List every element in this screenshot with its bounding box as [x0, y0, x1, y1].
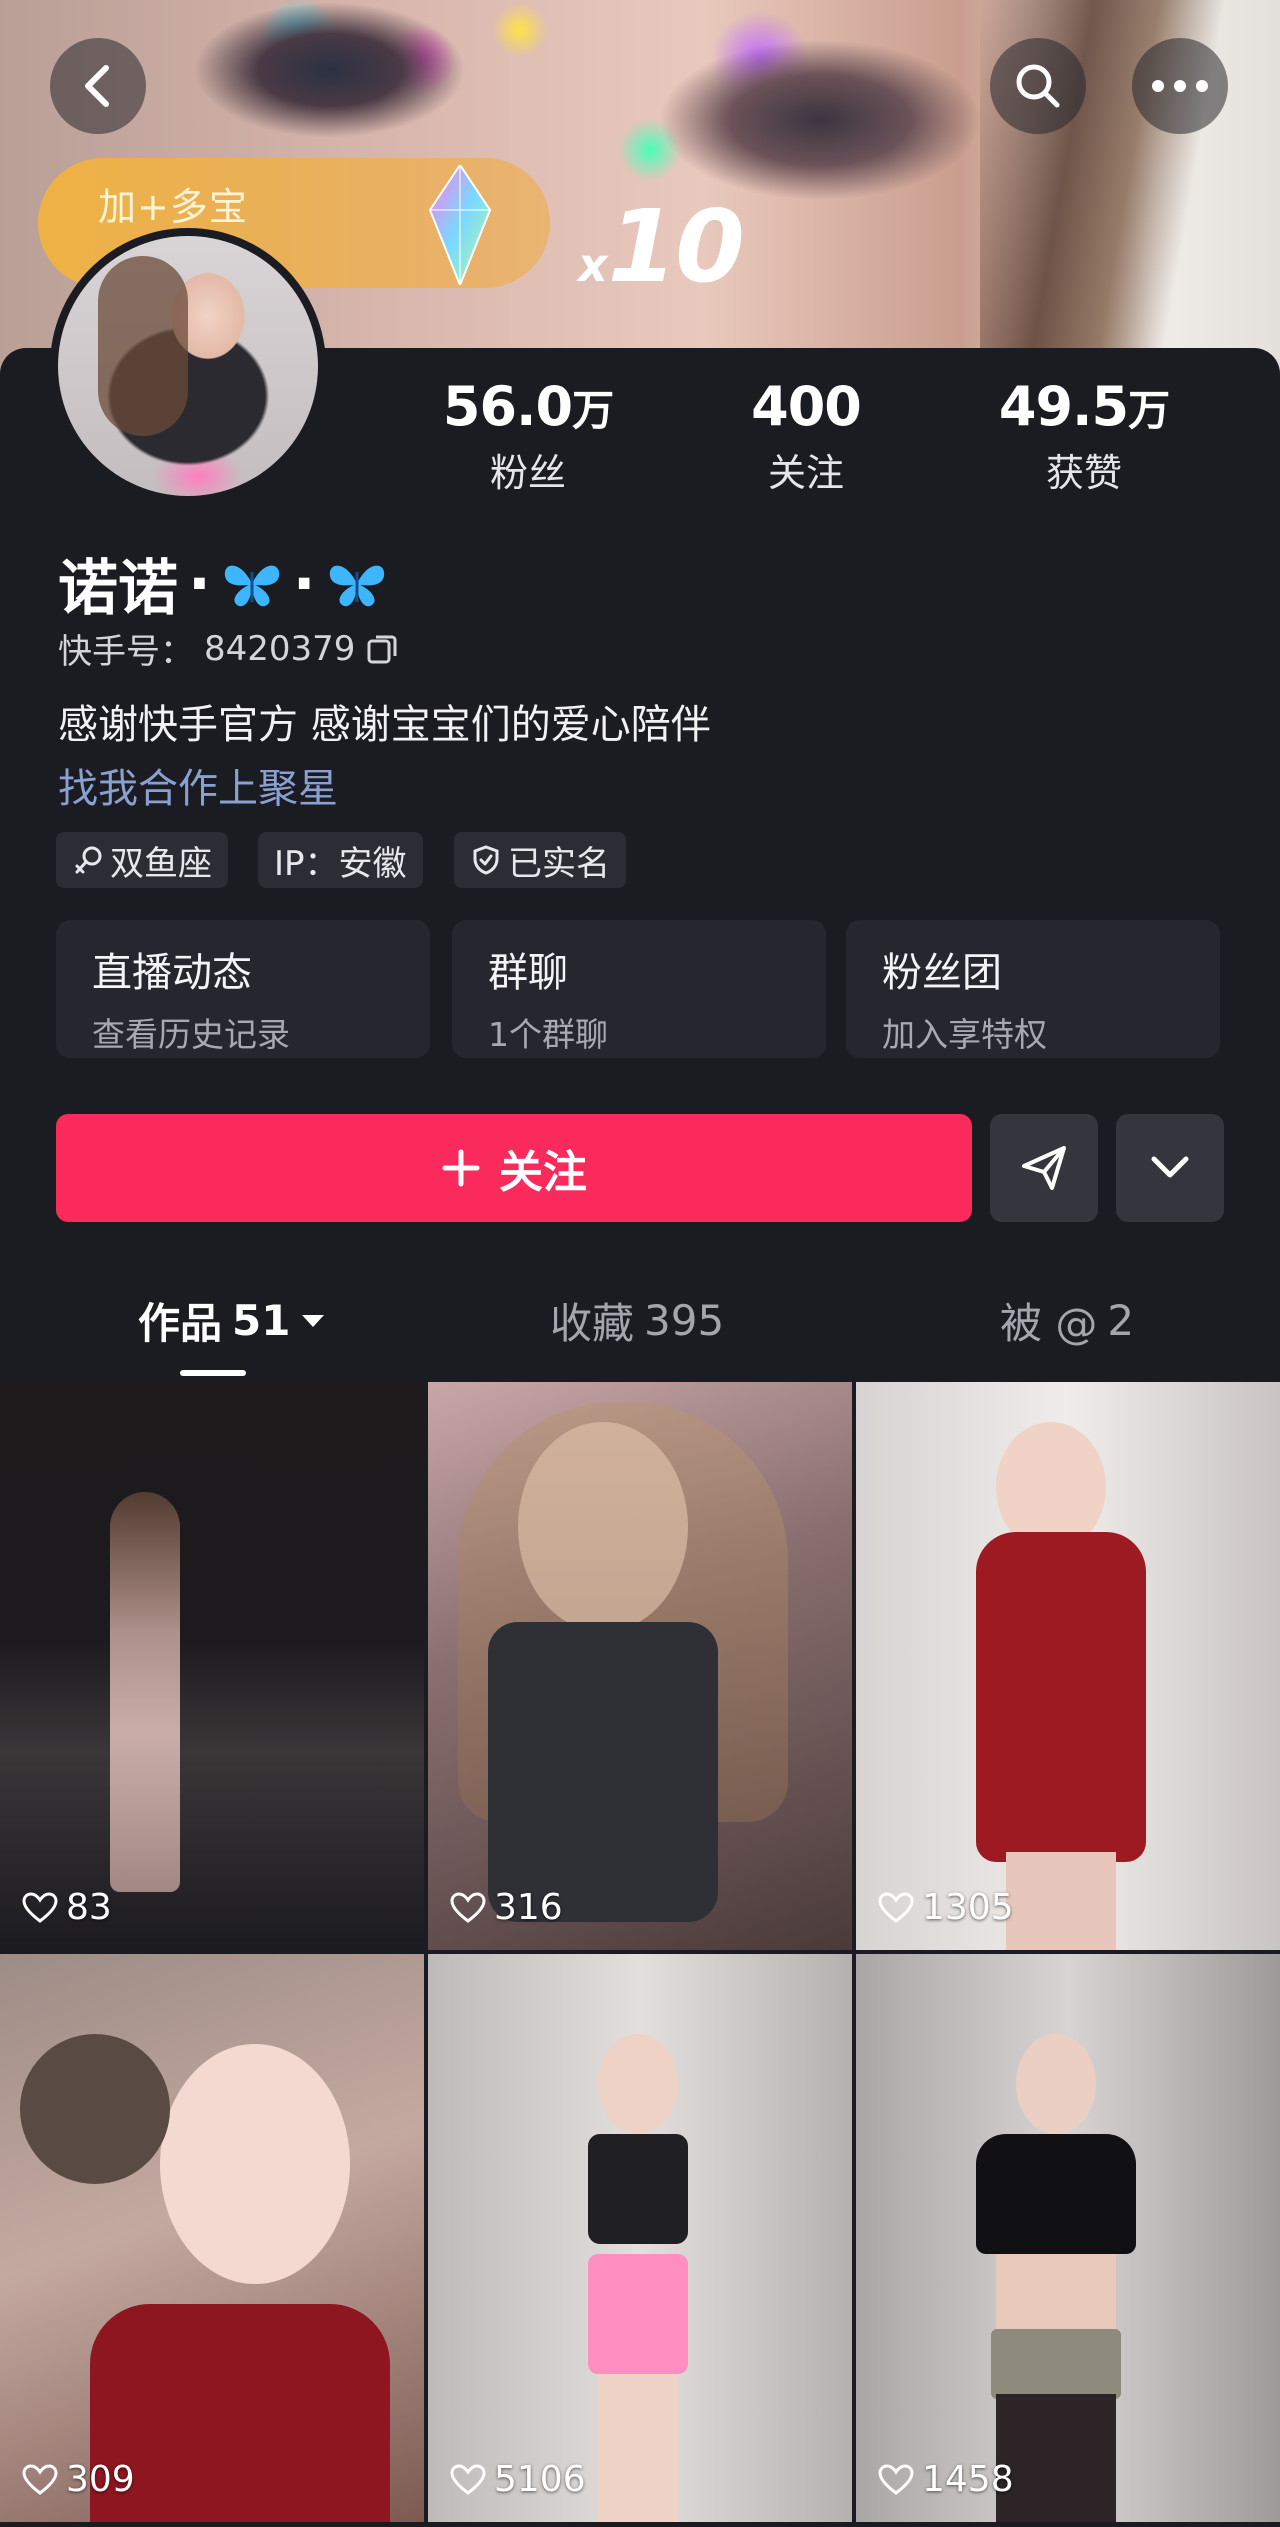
tile-group-chat-subtitle: 1个群聊 [488, 1015, 608, 1054]
tile-live-history-subtitle: 查看历史记录 [92, 1015, 290, 1054]
search-button[interactable] [990, 38, 1086, 134]
tile-live-history-title: 直播动态 [92, 950, 252, 996]
more-dots-icon [1152, 80, 1208, 92]
stat-fans-label: 粉丝 [489, 451, 566, 495]
tab-mentioned-count: 2 [1107, 1296, 1135, 1345]
like-count: 83 [22, 1887, 112, 1928]
business-link[interactable]: 找我合作上聚星 [58, 756, 338, 814]
profile-name: 诺诺 · · [58, 540, 388, 627]
like-count-value: 1305 [922, 1887, 1014, 1928]
message-button[interactable] [990, 1114, 1098, 1222]
tab-favorites-count: 395 [644, 1296, 725, 1345]
post-thumbnail[interactable]: 1458 [856, 1954, 1280, 2522]
like-count-value: 5106 [494, 2459, 586, 2500]
multiplier-number: 10 [607, 188, 745, 305]
stat-likes-value: 49.5万 [998, 375, 1170, 438]
like-count-value: 316 [494, 1887, 563, 1928]
tab-favorites[interactable]: 收藏 395 [550, 1290, 724, 1351]
post-thumbnail[interactable]: 1305 [856, 1382, 1280, 1950]
like-count-value: 83 [66, 1887, 112, 1928]
heart-icon [22, 1891, 58, 1923]
tab-works[interactable]: 作品 51 [138, 1290, 326, 1351]
promo-text: 加+多宝 [98, 185, 248, 229]
stat-following-value: 400 [751, 375, 862, 438]
tab-favorites-label: 收藏 [550, 1299, 635, 1348]
like-count-value: 1458 [922, 2459, 1014, 2500]
tab-mentioned[interactable]: 被 @ 2 [1000, 1290, 1134, 1351]
like-count-value: 309 [66, 2459, 135, 2500]
post-thumbnail[interactable]: 309 [0, 1954, 424, 2522]
butterfly-icon [329, 565, 384, 606]
more-button[interactable] [1132, 38, 1228, 134]
tile-fan-club[interactable]: 粉丝团 加入享特权 [846, 920, 1220, 1058]
gift-multiplier: x10 [578, 188, 745, 305]
like-count: 316 [450, 1887, 563, 1928]
follow-button[interactable]: 关注 [56, 1114, 972, 1222]
name-separator-2: · [292, 548, 316, 619]
shield-check-icon [473, 845, 499, 875]
multiplier-x: x [578, 238, 608, 292]
profile-name-text: 诺诺 [58, 554, 178, 624]
stat-following-label: 关注 [767, 451, 844, 495]
butterfly-icon [224, 565, 279, 606]
heart-icon [22, 2463, 58, 2495]
heart-icon [450, 1891, 486, 1923]
like-count: 1458 [878, 2459, 1014, 2500]
kuaishou-id-label: 快手号： [58, 632, 194, 672]
kuaishou-id: 快手号： 8420379 [58, 624, 399, 673]
post-thumbnail[interactable]: 316 [428, 1382, 852, 1950]
follow-button-label: 关注 [499, 1147, 587, 1198]
tile-fan-club-subtitle: 加入享特权 [882, 1015, 1047, 1054]
stat-likes-label: 获赞 [1045, 451, 1122, 495]
name-separator: · [188, 548, 211, 619]
back-button[interactable] [50, 38, 146, 134]
chevron-down-icon [1151, 1156, 1189, 1178]
post-thumbnail[interactable]: 5106 [428, 1954, 852, 2522]
post-thumbnail[interactable]: 83 [0, 1382, 424, 1950]
tile-live-history[interactable]: 直播动态 查看历史记录 [56, 920, 430, 1058]
crystal-gem-icon [428, 165, 492, 285]
stat-fans-value: 56.0万 [442, 375, 614, 438]
search-icon [1016, 64, 1060, 108]
stat-following[interactable]: 400 关注 [696, 375, 916, 497]
tab-works-label: 作品 [138, 1299, 223, 1348]
tag-verified-label: 已实名 [508, 843, 610, 884]
recommend-dropdown-button[interactable] [1116, 1114, 1224, 1222]
tile-group-chat[interactable]: 群聊 1个群聊 [452, 920, 826, 1058]
back-arrow-icon [85, 65, 109, 107]
profile-bio: 感谢快手官方 感谢宝宝们的爱心陪伴 [58, 702, 711, 748]
tag-verified: 已实名 [454, 832, 626, 888]
like-count: 309 [22, 2459, 135, 2500]
active-tab-indicator [180, 1370, 246, 1376]
heart-icon [450, 2463, 486, 2495]
avatar[interactable] [50, 228, 326, 504]
heart-icon [878, 1891, 914, 1923]
tag-zodiac: 双鱼座 [56, 832, 228, 888]
like-count: 5106 [450, 2459, 586, 2500]
heart-icon [878, 2463, 914, 2495]
posts-grid: 83 316 1305 309 5106 1458 [0, 1382, 1280, 2527]
stat-fans[interactable]: 56.0万 粉丝 [418, 375, 638, 497]
caret-down-icon [302, 1314, 325, 1327]
tag-ip: IP：安徽 [258, 832, 423, 888]
send-icon [1022, 1146, 1066, 1190]
tab-works-count: 51 [232, 1296, 291, 1345]
zodiac-icon [75, 846, 102, 874]
plus-icon [442, 1149, 480, 1187]
tag-zodiac-label: 双鱼座 [110, 843, 212, 884]
tag-ip-label: IP：安徽 [274, 843, 407, 884]
copy-icon[interactable] [365, 632, 399, 666]
stat-likes[interactable]: 49.5万 获赞 [974, 375, 1194, 497]
avatar-image [58, 236, 318, 496]
tile-fan-club-title: 粉丝团 [882, 950, 1002, 996]
tab-mentioned-label: 被 @ [1000, 1299, 1098, 1348]
tile-group-chat-title: 群聊 [488, 950, 568, 996]
kuaishou-id-value: 8420379 [204, 628, 356, 669]
like-count: 1305 [878, 1887, 1014, 1928]
